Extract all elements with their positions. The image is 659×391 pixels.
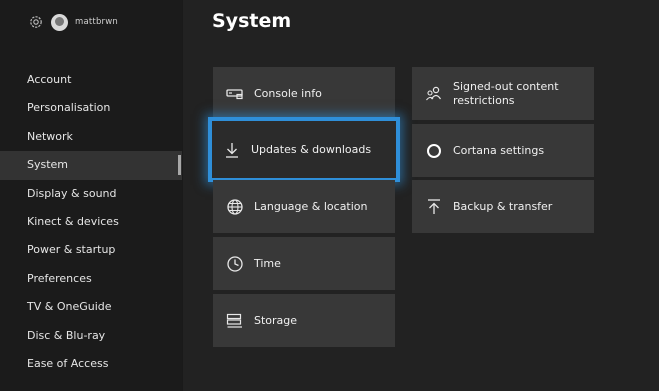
storage-tile[interactable]: Storage xyxy=(213,294,395,347)
tile-label: Console info xyxy=(254,86,322,100)
cortana-settings-tile[interactable]: Cortana settings xyxy=(412,124,594,177)
sidebar-item-preferences[interactable]: Preferences xyxy=(0,265,182,293)
language-location-tile[interactable]: Language & location xyxy=(213,180,395,233)
tile-label: Backup & transfer xyxy=(453,199,553,213)
upload-icon xyxy=(425,198,443,216)
sidebar-item-personalisation[interactable]: Personalisation xyxy=(0,94,182,122)
signed-out-content-tile[interactable]: Signed-out content restrictions xyxy=(412,67,594,120)
active-indicator xyxy=(178,155,181,176)
sidebar-item-power-startup[interactable]: Power & startup xyxy=(0,236,182,264)
clock-icon xyxy=(226,255,244,273)
tile-label: Time xyxy=(254,256,281,270)
download-icon xyxy=(223,141,241,159)
sidebar-item-label: Network xyxy=(27,129,73,143)
page-title: System xyxy=(212,10,292,32)
sidebar-item-label: Preferences xyxy=(27,271,92,285)
storage-icon xyxy=(226,312,244,330)
globe-icon xyxy=(226,198,244,216)
sidebar-item-display-sound[interactable]: Display & sound xyxy=(0,180,182,208)
sidebar-item-label: Ease of Access xyxy=(27,356,109,370)
console-icon xyxy=(226,85,244,103)
sidebar-item-kinect-devices[interactable]: Kinect & devices xyxy=(0,208,182,236)
cortana-icon xyxy=(425,142,443,160)
sidebar-item-system[interactable]: System xyxy=(0,151,182,180)
sidebar-item-label: System xyxy=(27,158,69,172)
time-tile[interactable]: Time xyxy=(213,237,395,290)
sidebar-item-label: Kinect & devices xyxy=(27,214,119,228)
sidebar-item-ease-of-access[interactable]: Ease of Access xyxy=(0,350,182,378)
sidebar: mattbrwn Account Personalisation Network… xyxy=(0,0,182,391)
backup-transfer-tile[interactable]: Backup & transfer xyxy=(412,180,594,233)
profile-bar: mattbrwn xyxy=(28,12,118,32)
tile-label: Updates & downloads xyxy=(251,142,372,156)
tile-label: Language & location xyxy=(254,199,368,213)
settings-nav: Account Personalisation Network System D… xyxy=(0,66,182,378)
tile-label: Cortana settings xyxy=(453,143,545,157)
tile-label: Storage xyxy=(254,313,298,327)
gear-icon[interactable] xyxy=(28,14,44,30)
sidebar-item-disc-bluray[interactable]: Disc & Blu-ray xyxy=(0,322,182,350)
console-info-tile[interactable]: Console info xyxy=(213,67,395,120)
tile-label: Signed-out content restrictions xyxy=(453,79,559,107)
avatar[interactable] xyxy=(51,13,68,31)
sidebar-item-label: Account xyxy=(27,73,72,86)
sidebar-item-account[interactable]: Account xyxy=(0,66,182,94)
sidebar-item-label: Display & sound xyxy=(27,186,117,200)
sidebar-item-label: TV & OneGuide xyxy=(27,300,112,314)
users-lock-icon xyxy=(425,85,443,103)
sidebar-item-label: Disc & Blu-ray xyxy=(27,328,106,342)
sidebar-item-tv-oneguide[interactable]: TV & OneGuide xyxy=(0,293,182,321)
sidebar-item-label: Power & startup xyxy=(27,243,116,257)
divider xyxy=(182,0,183,391)
sidebar-item-network[interactable]: Network xyxy=(0,123,182,151)
updates-downloads-tile[interactable]: Updates & downloads xyxy=(208,117,400,182)
sidebar-item-label: Personalisation xyxy=(27,101,111,115)
username: mattbrwn xyxy=(75,17,118,27)
